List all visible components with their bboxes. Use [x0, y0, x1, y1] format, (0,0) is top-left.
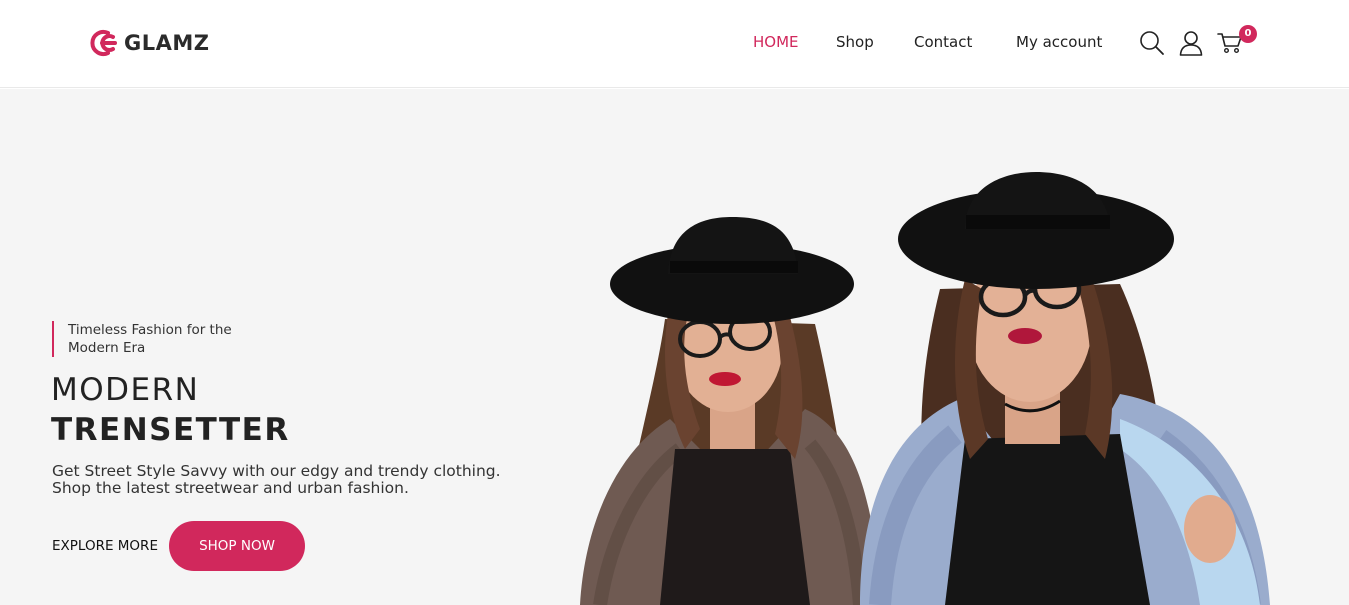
nav-my-account[interactable]: My account [1016, 33, 1102, 51]
nav-home[interactable]: HOME [753, 33, 799, 51]
hero-image [580, 172, 1270, 605]
logo-text: GLAMZ [124, 31, 210, 55]
model-left [580, 217, 880, 605]
hero-tagline: Timeless Fashion for the Modern Era [52, 321, 242, 357]
search-button[interactable] [1139, 30, 1165, 56]
site-header: GLAMZ HOME Shop Contact My account 0 [0, 0, 1349, 88]
logo-icon [90, 30, 117, 56]
hero-heading-line1: MODERN [51, 372, 200, 408]
hero-description: Get Street Style Savvy with our edgy and… [52, 462, 501, 497]
hero-banner: Timeless Fashion for the Modern Era MODE… [0, 89, 1349, 605]
explore-more-link[interactable]: EXPLORE MORE [52, 538, 158, 554]
model-right [860, 172, 1270, 605]
nav-contact[interactable]: Contact [914, 33, 972, 51]
nav-shop[interactable]: Shop [836, 33, 874, 51]
cart-count-badge: 0 [1239, 25, 1257, 43]
account-button[interactable] [1179, 30, 1203, 56]
logo[interactable]: GLAMZ [86, 28, 210, 58]
shop-now-button[interactable]: SHOP NOW [169, 521, 305, 571]
user-icon [1179, 31, 1203, 56]
search-icon [1140, 31, 1164, 55]
hero-heading-line2: TRENSETTER [51, 412, 290, 448]
